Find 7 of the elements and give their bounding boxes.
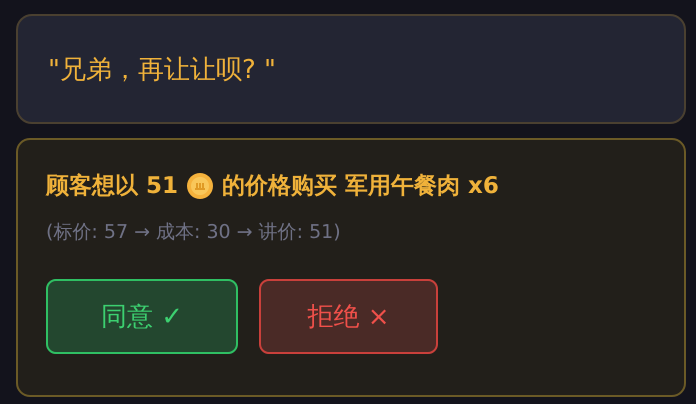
offer-text: 的价格购买 军用午餐肉 x6	[222, 172, 499, 201]
coin-icon	[186, 172, 214, 200]
price-detail: (标价: 57 → 成本: 30 → 讲价: 51)	[46, 220, 342, 245]
reject-button[interactable]: 拒绝 ×	[259, 279, 438, 354]
accept-button[interactable]: 同意 ✓	[46, 279, 238, 354]
offer-text: 顾客想以 51	[46, 172, 178, 201]
customer-quote: "兄弟，再让让呗? "	[48, 54, 276, 86]
